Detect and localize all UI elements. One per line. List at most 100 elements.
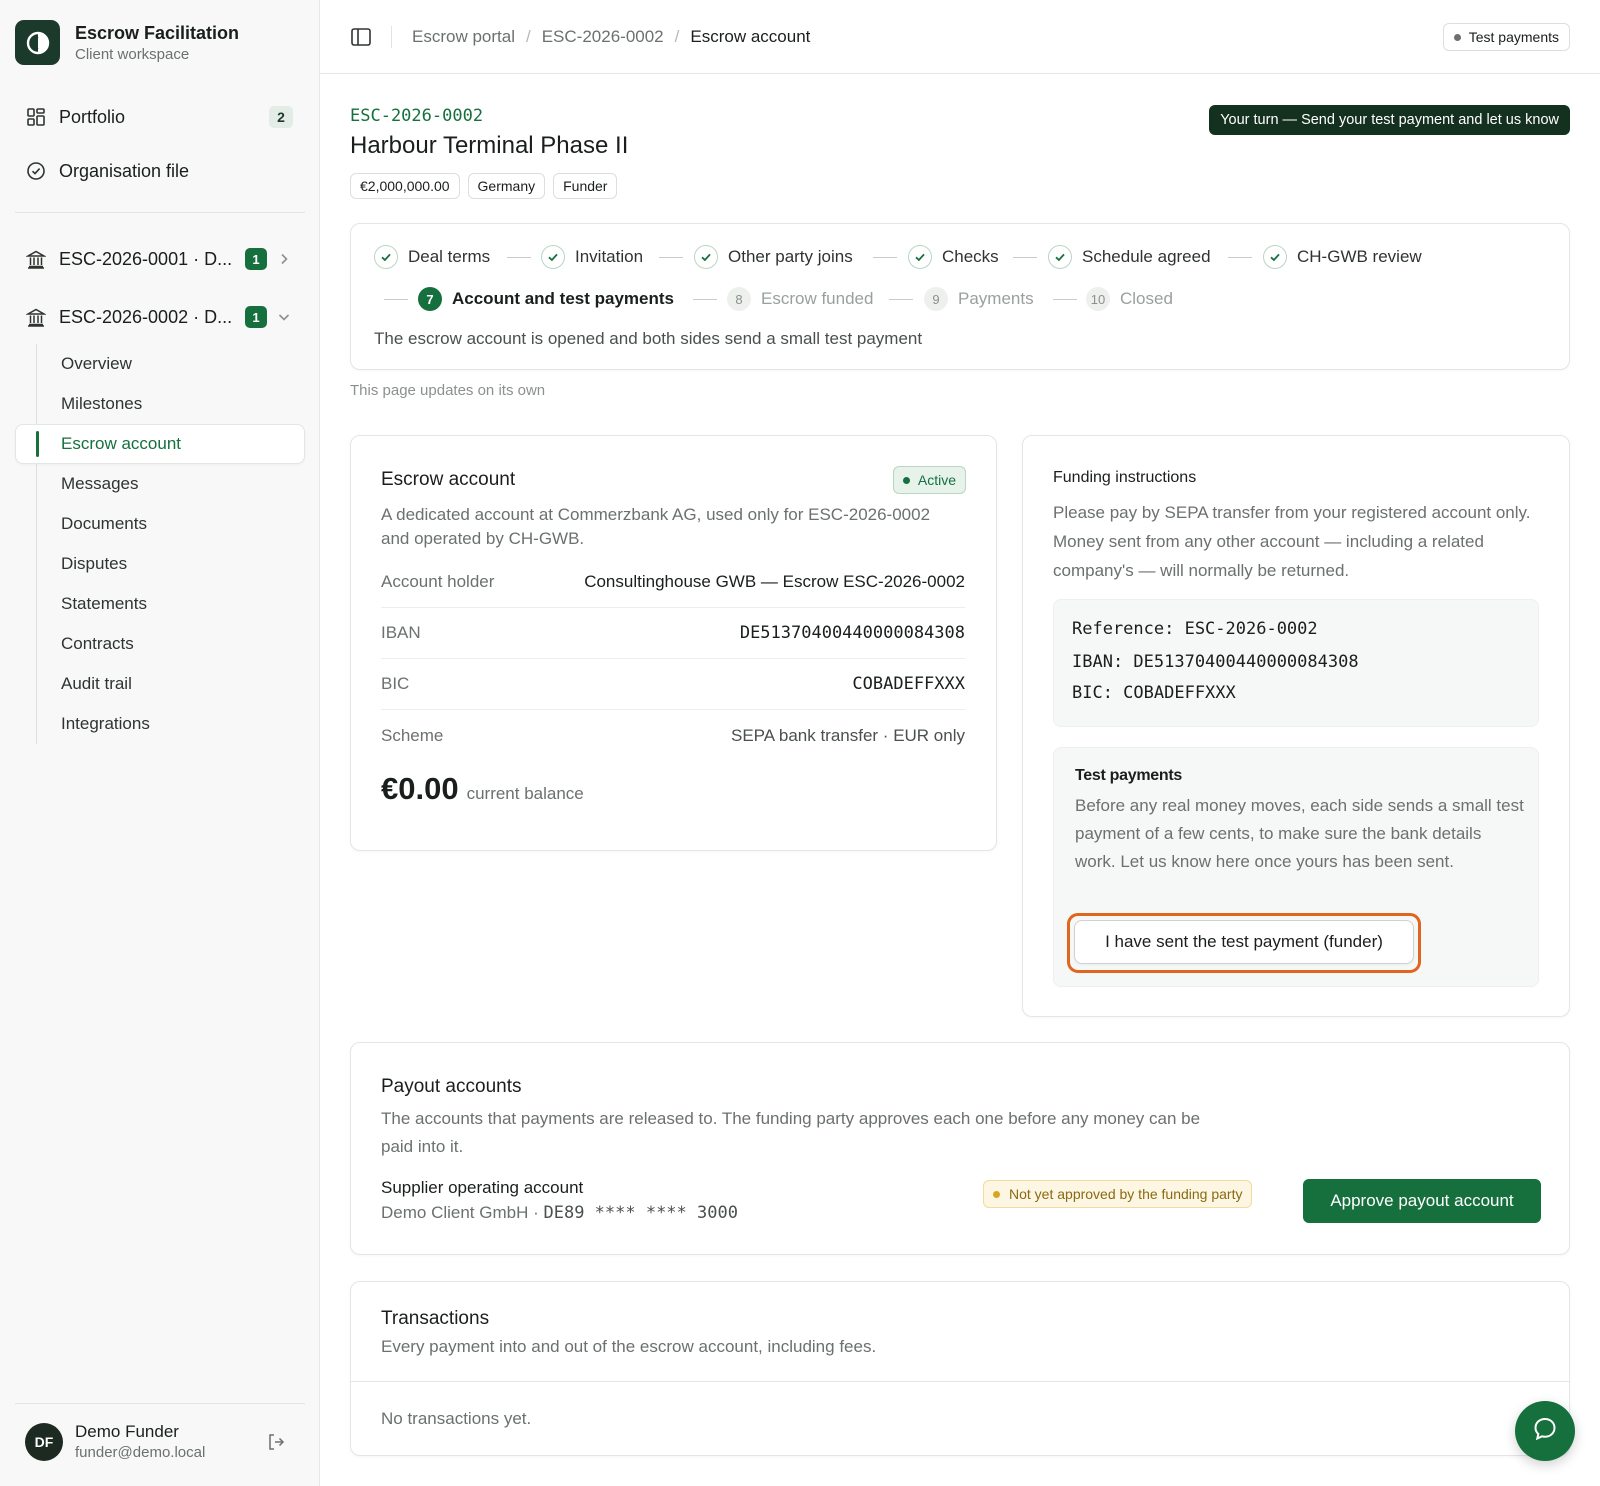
subnav-overview[interactable]: Overview (61, 346, 132, 382)
chat-button[interactable] (1515, 1401, 1575, 1461)
subnav-disputes[interactable]: Disputes (61, 546, 127, 582)
payment-details-box[interactable]: Reference: ESC-2026-0002 IBAN: DE5137040… (1053, 599, 1539, 727)
step-label: CH-GWB review (1297, 247, 1422, 266)
avatar: DF (25, 1422, 63, 1461)
page-title: Harbour Terminal Phase II (350, 132, 629, 159)
test-mode-label: Test payments (1468, 29, 1559, 45)
payout-accounts-card: Payout accounts The accounts that paymen… (350, 1042, 1570, 1255)
tag-role: Funder (553, 173, 618, 199)
step-connector (1053, 299, 1077, 300)
active-indicator (36, 431, 39, 457)
row-key: IBAN (381, 623, 421, 642)
payout-account-detail: Demo Client GmbH · DE89 **** **** 3000 (381, 1203, 738, 1223)
check-circle-icon (25, 160, 47, 182)
step-label: Invitation (575, 247, 644, 266)
row-value[interactable]: COBADEFFXXX (852, 674, 965, 694)
bic-row: BIC COBADEFFXXX (381, 659, 965, 710)
case-notification-badge: 1 (245, 248, 267, 270)
step-label: Schedule agreed (1082, 247, 1211, 266)
breadcrumb-separator: / (525, 27, 531, 46)
subnav-contracts[interactable]: Contracts (61, 626, 134, 662)
subnav-documents[interactable]: Documents (61, 506, 147, 542)
user-profile[interactable]: DF Demo Funder funder@demo.local (25, 1422, 205, 1461)
check-icon (1048, 245, 1072, 269)
subnav-audit-trail[interactable]: Audit trail (61, 666, 132, 702)
sidebar-item-label: ESC-2026-0001 · D... (59, 248, 233, 269)
step-connector (693, 299, 717, 300)
brand[interactable]: Escrow Facilitation Client workspace (15, 20, 239, 65)
topbar-separator (391, 26, 392, 48)
portfolio-grid-icon (25, 106, 47, 128)
funding-instructions-card: Funding instructions Please pay by SEPA … (1022, 435, 1570, 1017)
subnav-messages[interactable]: Messages (61, 466, 138, 502)
sidebar-toggle-icon[interactable] (350, 26, 372, 48)
row-key: Scheme (381, 725, 444, 745)
iban-row: IBAN DE51370400440000084308 (381, 608, 965, 659)
card-title: Payout accounts (381, 1076, 522, 1097)
payment-bic: BIC: COBADEFFXXX (1072, 683, 1236, 703)
card-title: Transactions (381, 1308, 490, 1329)
row-value: Consultinghouse GWB — Escrow ESC-2026-00… (584, 572, 965, 591)
subnav-milestones[interactable]: Milestones (61, 386, 142, 422)
row-key: BIC (381, 674, 410, 693)
step-connector (507, 257, 531, 258)
balance: €0.00 current balance (381, 771, 584, 807)
breadcrumb-separator: / (674, 27, 680, 46)
funding-text: Please pay by SEPA transfer from your re… (1053, 503, 1531, 580)
subnav-integrations[interactable]: Integrations (61, 706, 150, 742)
chevron-down-icon[interactable] (275, 308, 293, 326)
balance-label: current balance (466, 784, 584, 803)
step-label: Other party joins (728, 247, 853, 266)
approve-payout-button[interactable]: Approve payout account (1303, 1179, 1541, 1223)
logout-icon[interactable] (266, 1432, 288, 1454)
scheme-row: Scheme SEPA bank transfer · EUR only (381, 710, 965, 761)
tag-amount: €2,000,000.00 (350, 173, 460, 199)
step-connector (873, 257, 897, 258)
step-number: 7 (418, 287, 442, 311)
step-ch-gwb-review: CH-GWB review (1263, 244, 1422, 270)
status-dot (902, 476, 910, 484)
chevron-right-icon[interactable] (275, 250, 293, 268)
breadcrumb-current: Escrow account (690, 27, 811, 46)
brand-title: Escrow Facilitation (75, 22, 240, 43)
subnav-escrow-account[interactable]: Escrow account (15, 424, 305, 464)
breadcrumb-portal[interactable]: Escrow portal (412, 27, 515, 47)
step-description: The escrow account is opened and both si… (374, 329, 923, 348)
step-connector (384, 299, 408, 300)
step-escrow-funded: 8 Escrow funded (727, 286, 873, 312)
approval-status-label: Not yet approved by the funding party (1009, 1186, 1243, 1202)
escrow-account-card: Escrow account Active A dedicated accoun… (350, 435, 997, 851)
card-title: Funding instructions (1053, 469, 1197, 486)
sidebar-item-label: Organisation file (59, 160, 190, 181)
sent-test-payment-button[interactable]: I have sent the test payment (funder) (1074, 920, 1414, 964)
step-connector (1013, 257, 1037, 258)
step-other-party-joins: Other party joins (694, 244, 853, 270)
payment-reference: Reference: ESC-2026-0002 (1072, 619, 1318, 639)
check-icon (374, 245, 398, 269)
row-value[interactable]: DE51370400440000084308 (740, 623, 965, 643)
sidebar-case-esc-2026-0001[interactable]: ESC-2026-0001 · D... 1 (15, 237, 305, 281)
topbar: Escrow portal / ESC-2026-0002 / Escrow a… (320, 0, 1600, 74)
sidebar-item-organisation-file[interactable]: Organisation file (15, 149, 305, 193)
check-icon (541, 245, 565, 269)
step-connector (659, 257, 683, 258)
check-icon (694, 245, 718, 269)
check-icon (908, 245, 932, 269)
payout-text: The accounts that payments are released … (381, 1109, 1201, 1156)
portfolio-count-badge: 2 (269, 106, 293, 128)
breadcrumb-case[interactable]: ESC-2026-0002 (542, 27, 664, 47)
sidebar-item-portfolio[interactable]: Portfolio 2 (15, 95, 305, 139)
breadcrumb: Escrow portal / ESC-2026-0002 / Escrow a… (412, 0, 810, 74)
step-closed: 10 Closed (1086, 286, 1173, 312)
test-payments-title: Test payments (1075, 767, 1182, 784)
card-title: Escrow account (381, 469, 516, 490)
sidebar-case-esc-2026-0002[interactable]: ESC-2026-0002 · D... 1 (15, 295, 305, 339)
step-invitation: Invitation (541, 244, 643, 270)
card-divider (351, 1381, 1569, 1382)
user-email: funder@demo.local (75, 1444, 206, 1461)
bank-icon (25, 306, 47, 328)
balance-amount: €0.00 (381, 771, 459, 806)
progress-steps-card: Deal terms Invitation Other party joins … (350, 223, 1570, 370)
step-account-and-test-payments: 7 Account and test payments (418, 286, 674, 312)
subnav-statements[interactable]: Statements (61, 586, 147, 622)
